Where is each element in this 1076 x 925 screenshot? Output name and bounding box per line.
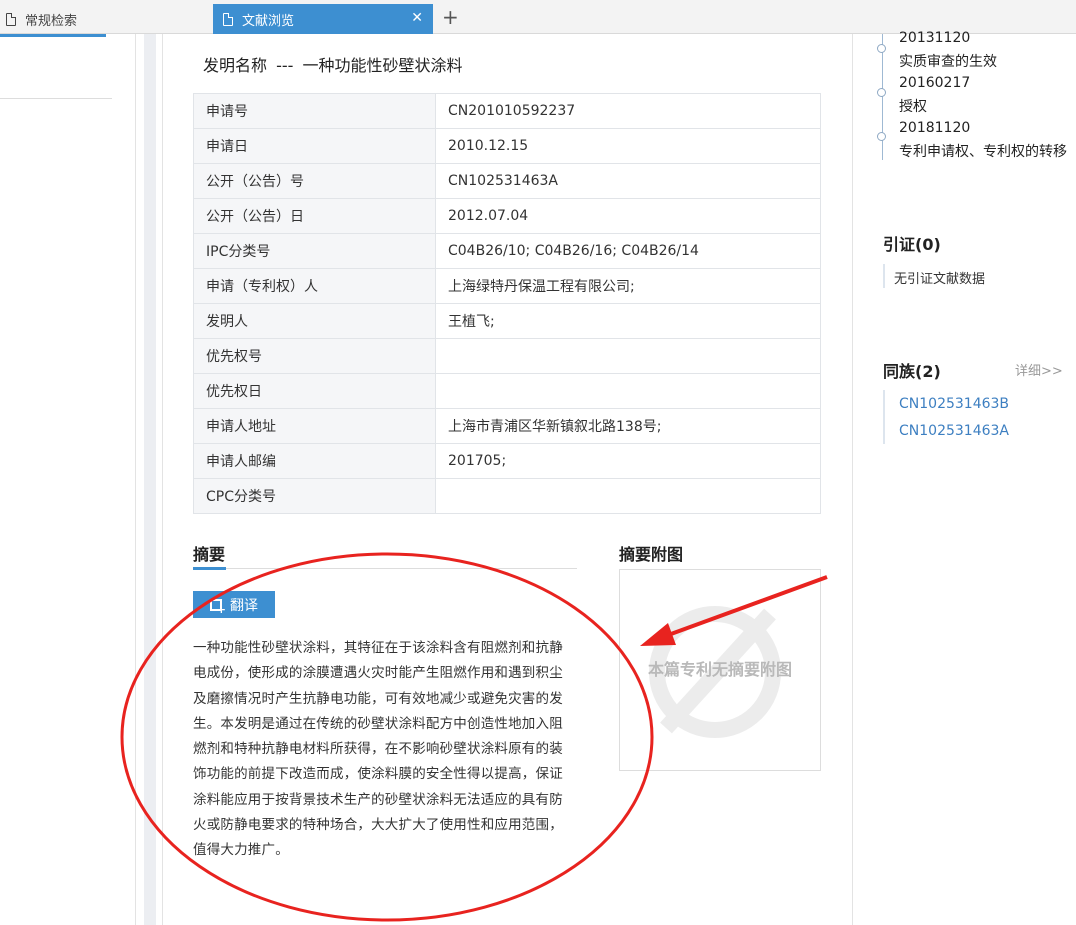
- abstract-heading: 摘要: [193, 545, 226, 564]
- title-value: 一种功能性砂壁状涂料: [302, 56, 463, 75]
- abstract-line: 电成份，使形成的涂膜遭遇火灾时能产生阻燃作用和遇到积尘: [193, 665, 563, 682]
- field-key: 申请日: [193, 128, 436, 164]
- abstract-line: 及磨擦情况时产生抗静电功能，可有效地减少或避免灾害的发: [193, 690, 563, 707]
- family-more-link[interactable]: 详细>>: [1015, 360, 1063, 379]
- no-figure-placeholder: 本篇专利无摘要附图: [647, 660, 792, 679]
- timeline-event: 授权: [899, 99, 927, 115]
- title-label: 发明名称: [203, 56, 268, 75]
- panel-splitter[interactable]: [144, 34, 156, 925]
- table-row: IPC分类号 C04B26/10; C04B26/16; C04B26/14: [193, 233, 821, 269]
- field-key: 优先权号: [193, 338, 436, 374]
- citations-empty-text: 无引证文献数据: [894, 272, 986, 287]
- tab-bar: 常规检索 文献浏览 ✕ +: [0, 0, 1076, 34]
- left-panel-active-indicator: [0, 34, 106, 37]
- abstract-line: 涂料能应用于按背景技术生产的砂壁状涂料无法适应的具有防: [193, 791, 563, 808]
- table-row: 申请人地址 上海市青浦区华新镇叙北路138号;: [193, 408, 821, 444]
- field-value: 2010.12.15: [435, 128, 821, 164]
- table-row: 申请号 CN201010592237: [193, 93, 821, 129]
- field-value: 王植飞;: [435, 303, 821, 339]
- translate-button[interactable]: 翻译: [193, 591, 275, 618]
- field-key: CPC分类号: [193, 478, 436, 514]
- table-row: 申请日 2010.12.15: [193, 128, 821, 164]
- timeline-event: 实质审查的生效: [899, 54, 997, 70]
- family-item-link[interactable]: CN102531463B: [899, 396, 1009, 412]
- field-value: [435, 373, 821, 409]
- timeline-dot: [877, 132, 886, 141]
- table-row: 申请人邮编 201705;: [193, 443, 821, 479]
- field-value: [435, 478, 821, 514]
- timeline-event: 专利申请权、专利权的转移: [899, 144, 1067, 160]
- field-key: 申请人邮编: [193, 443, 436, 479]
- close-icon[interactable]: ✕: [411, 10, 423, 26]
- abstract-line: 饰功能的前提下改造而成，使涂料膜的安全性得以提高，保证: [193, 766, 563, 783]
- table-row: 优先权日: [193, 373, 821, 409]
- abstract-text: 一种功能性砂壁状涂料，其特征在于该涂料含有阻燃剂和抗静 电成份，使形成的涂膜遭遇…: [193, 636, 579, 864]
- field-key: 申请人地址: [193, 408, 436, 444]
- abstract-line: 燃剂和特种抗静电材料所获得，在不影响砂壁状涂料原有的装: [193, 741, 563, 758]
- document-icon: [223, 12, 233, 26]
- translate-icon: [210, 598, 226, 616]
- citations-bar: [883, 264, 885, 288]
- page-title: 发明名称 --- 一种功能性砂壁状涂料: [203, 52, 463, 76]
- field-value: 201705;: [435, 443, 821, 479]
- timeline-date: 20131120: [899, 30, 971, 46]
- abstract-line: 值得大力推广。: [193, 842, 289, 859]
- tab-label: 文献浏览: [242, 13, 295, 29]
- table-row: 优先权号: [193, 338, 821, 374]
- family-item-link[interactable]: CN102531463A: [899, 423, 1009, 439]
- family-bar: [883, 390, 885, 444]
- left-panel-divider: [0, 98, 112, 99]
- field-value: 上海市青浦区华新镇叙北路138号;: [435, 408, 821, 444]
- translate-label: 翻译: [230, 597, 258, 614]
- panel-divider: [135, 34, 136, 925]
- field-key: IPC分类号: [193, 233, 436, 269]
- timeline-dot: [877, 88, 886, 97]
- abstract-line: 一种功能性砂壁状涂料，其特征在于该涂料含有阻燃剂和抗静: [193, 640, 563, 656]
- tab-document-browse[interactable]: 文献浏览 ✕: [213, 4, 433, 34]
- tab-regular-search[interactable]: 常规检索: [0, 4, 210, 34]
- title-separator: ---: [276, 56, 294, 75]
- table-row: CPC分类号: [193, 478, 821, 514]
- timeline-date: 20160217: [899, 75, 971, 91]
- document-icon: [6, 12, 16, 26]
- table-row: 公开（公告）号 CN102531463A: [193, 163, 821, 199]
- abstract-heading-underline: [193, 567, 226, 570]
- field-key: 发明人: [193, 303, 436, 339]
- table-row: 发明人 王植飞;: [193, 303, 821, 339]
- abstract-line: 生。本发明是通过在传统的砂壁状涂料配方中创造性地加入阻: [193, 715, 563, 732]
- field-key: 公开（公告）号: [193, 163, 436, 199]
- field-key: 申请（专利权）人: [193, 268, 436, 304]
- new-tab-plus-icon[interactable]: +: [442, 5, 459, 29]
- field-value: CN201010592237: [435, 93, 821, 129]
- abstract-divider: [193, 568, 577, 569]
- abstract-line: 火或防静电要求的特种场合，大大扩大了使用性和应用范围，: [193, 817, 563, 834]
- field-key: 优先权日: [193, 373, 436, 409]
- table-row: 公开（公告）日 2012.07.04: [193, 198, 821, 234]
- timeline-date: 20181120: [899, 120, 971, 136]
- field-key: 公开（公告）日: [193, 198, 436, 234]
- content-border-right: [852, 34, 853, 925]
- content-border-left: [162, 34, 163, 925]
- field-value: 2012.07.04: [435, 198, 821, 234]
- bibliographic-table: 申请号 CN201010592237 申请日 2010.12.15 公开（公告）号 C…: [193, 93, 821, 514]
- abstract-figure-box: 本篇专利无摘要附图: [619, 569, 821, 771]
- citations-heading: 引证(0): [883, 235, 941, 254]
- tab-label: 常规检索: [25, 13, 78, 29]
- field-value: C04B26/10; C04B26/16; C04B26/14: [435, 233, 821, 269]
- field-key: 申请号: [193, 93, 436, 129]
- timeline-dot: [877, 44, 886, 53]
- abstract-figure-heading: 摘要附图: [619, 545, 684, 564]
- field-value: CN102531463A: [435, 163, 821, 199]
- table-row: 申请（专利权）人 上海绿特丹保温工程有限公司;: [193, 268, 821, 304]
- field-value: 上海绿特丹保温工程有限公司;: [435, 268, 821, 304]
- field-value: [435, 338, 821, 374]
- family-heading: 同族(2): [883, 362, 941, 381]
